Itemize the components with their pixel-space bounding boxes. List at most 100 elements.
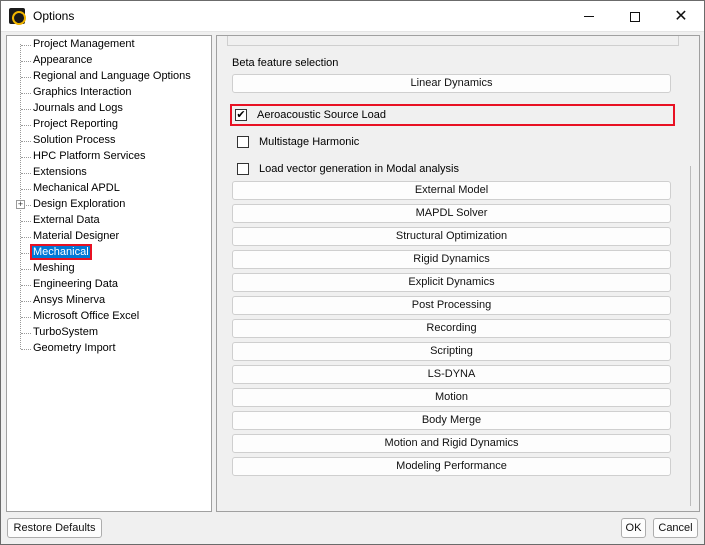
beta-feature-group-title: Beta feature selection	[229, 57, 342, 69]
tree-item-label: External Data	[33, 214, 100, 226]
tree-item-engineering-data[interactable]: Engineering Data	[7, 277, 207, 293]
tree-connector	[21, 61, 31, 62]
checkbox-unchecked-icon[interactable]	[237, 163, 249, 175]
checkbox-row-multistage-harmonic[interactable]: Multistage Harmonic	[234, 133, 673, 151]
tree-item-label: Material Designer	[33, 230, 120, 242]
section-explicit-dynamics[interactable]: Explicit Dynamics	[232, 273, 671, 292]
tree-item-design-exploration[interactable]: + Design Exploration	[7, 197, 207, 213]
tree-item-turbosystem[interactable]: TurboSystem	[7, 325, 207, 341]
tree-item-label: TurboSystem	[33, 326, 99, 338]
panel-scrollbar[interactable]	[690, 166, 691, 506]
tree-item-microsoft-office-excel[interactable]: Microsoft Office Excel	[7, 309, 207, 325]
tree-item-graphics-interaction[interactable]: Graphics Interaction	[7, 85, 207, 101]
restore-defaults-button[interactable]: Restore Defaults	[7, 518, 102, 538]
tree-connector	[21, 317, 31, 318]
tree-connector	[21, 157, 31, 158]
tree-item-label: Meshing	[33, 262, 75, 274]
section-external-model[interactable]: External Model	[232, 181, 671, 200]
tree-connector	[21, 237, 31, 238]
tree-item-label: Engineering Data	[33, 278, 119, 290]
tree-item-ansys-minerva[interactable]: Ansys Minerva	[7, 293, 207, 309]
tree-connector	[21, 109, 31, 110]
section-motion[interactable]: Motion	[232, 388, 671, 407]
tree-item-label: Regional and Language Options	[33, 70, 191, 82]
title-bar: Options ✕	[1, 1, 704, 32]
section-linear-dynamics[interactable]: Linear Dynamics	[232, 74, 671, 93]
minimize-button[interactable]	[566, 1, 612, 32]
tree-item-appearance[interactable]: Appearance	[7, 53, 207, 69]
close-icon: ✕	[674, 7, 688, 25]
tree-item-mechanical-apdl[interactable]: Mechanical APDL	[7, 181, 207, 197]
tree-connector	[21, 189, 31, 190]
tree-item-label: Design Exploration	[33, 198, 126, 210]
section-scripting[interactable]: Scripting	[232, 342, 671, 361]
section-mapdl-solver[interactable]: MAPDL Solver	[232, 204, 671, 223]
minimize-icon	[584, 16, 594, 17]
tree-connector	[21, 141, 31, 142]
checkbox-label: Multistage Harmonic	[259, 136, 360, 148]
section-rigid-dynamics[interactable]: Rigid Dynamics	[232, 250, 671, 269]
tree-item-extensions[interactable]: Extensions	[7, 165, 207, 181]
tree-item-geometry-import[interactable]: Geometry Import	[7, 341, 207, 357]
tree-connector	[21, 269, 31, 270]
tree-item-meshing[interactable]: Meshing	[7, 261, 207, 277]
tree-connector	[21, 173, 31, 174]
close-button[interactable]: ✕	[658, 1, 704, 32]
tree-item-label: Appearance	[33, 54, 93, 66]
tree-connector	[21, 349, 31, 350]
tree-item-label: Ansys Minerva	[33, 294, 106, 306]
maximize-button[interactable]	[612, 1, 658, 32]
options-tree[interactable]: Project Management Appearance Regional and…	[6, 35, 212, 512]
section-body-merge[interactable]: Body Merge	[232, 411, 671, 430]
tree-item-label: Extensions	[33, 166, 87, 178]
ansys-options-icon	[9, 8, 25, 24]
section-recording[interactable]: Recording	[232, 319, 671, 338]
tree-item-hpc-platform-services[interactable]: HPC Platform Services	[7, 149, 207, 165]
tree-connector	[21, 93, 31, 94]
tree-connector	[21, 45, 31, 46]
tree-connector	[21, 125, 31, 126]
mechanical-options-panel: Beta feature selection Linear Dynamics ✔…	[216, 35, 700, 512]
tree-connector	[21, 285, 31, 286]
tree-item-label: Solution Process	[33, 134, 116, 146]
tree-item-regional-and-language-options[interactable]: Regional and Language Options	[7, 69, 207, 85]
panel-top-strip	[227, 36, 679, 46]
tree-item-external-data[interactable]: External Data	[7, 213, 207, 229]
tree-item-material-designer[interactable]: Material Designer	[7, 229, 207, 245]
maximize-icon	[630, 11, 640, 22]
tree-item-label: Microsoft Office Excel	[33, 310, 140, 322]
tree-item-label: Mechanical	[30, 244, 92, 260]
tree-connector	[21, 221, 31, 222]
tree-item-label: HPC Platform Services	[33, 150, 146, 162]
tree-item-mechanical[interactable]: Mechanical	[7, 244, 207, 261]
tree-connector	[21, 301, 31, 302]
tree-connector	[21, 77, 31, 78]
section-modeling-performance[interactable]: Modeling Performance	[232, 457, 671, 476]
tree-item-label: Geometry Import	[33, 342, 116, 354]
tree-item-label: Project Management	[33, 38, 135, 50]
tree-item-project-management[interactable]: Project Management	[7, 37, 207, 53]
tree-item-label: Journals and Logs	[33, 102, 123, 114]
tree-connector	[21, 333, 31, 334]
tree-item-label: Graphics Interaction	[33, 86, 132, 98]
tree-item-project-reporting[interactable]: Project Reporting	[7, 117, 207, 133]
expand-icon[interactable]: +	[16, 200, 25, 209]
checkbox-unchecked-icon[interactable]	[237, 136, 249, 148]
window-title: Options	[33, 9, 75, 23]
checkbox-checked-icon[interactable]: ✔	[235, 109, 247, 121]
checkbox-row-aeroacoustic-source-load[interactable]: ✔ Aeroacoustic Source Load	[230, 104, 675, 126]
checkbox-label: Load vector generation in Modal analysis	[259, 163, 459, 175]
cancel-button[interactable]: Cancel	[653, 518, 698, 538]
tree-item-label: Mechanical APDL	[33, 182, 120, 194]
checkbox-label: Aeroacoustic Source Load	[257, 109, 387, 121]
section-motion-and-rigid-dynamics[interactable]: Motion and Rigid Dynamics	[232, 434, 671, 453]
section-ls-dyna[interactable]: LS-DYNA	[232, 365, 671, 384]
section-post-processing[interactable]: Post Processing	[232, 296, 671, 315]
checkbox-row-load-vector-generation-in-modal-analysis[interactable]: Load vector generation in Modal analysis	[234, 160, 673, 178]
tree-item-label: Project Reporting	[33, 118, 118, 130]
section-structural-optimization[interactable]: Structural Optimization	[232, 227, 671, 246]
tree-connector	[21, 253, 31, 254]
ok-button[interactable]: OK	[621, 518, 646, 538]
tree-item-journals-and-logs[interactable]: Journals and Logs	[7, 101, 207, 117]
tree-item-solution-process[interactable]: Solution Process	[7, 133, 207, 149]
